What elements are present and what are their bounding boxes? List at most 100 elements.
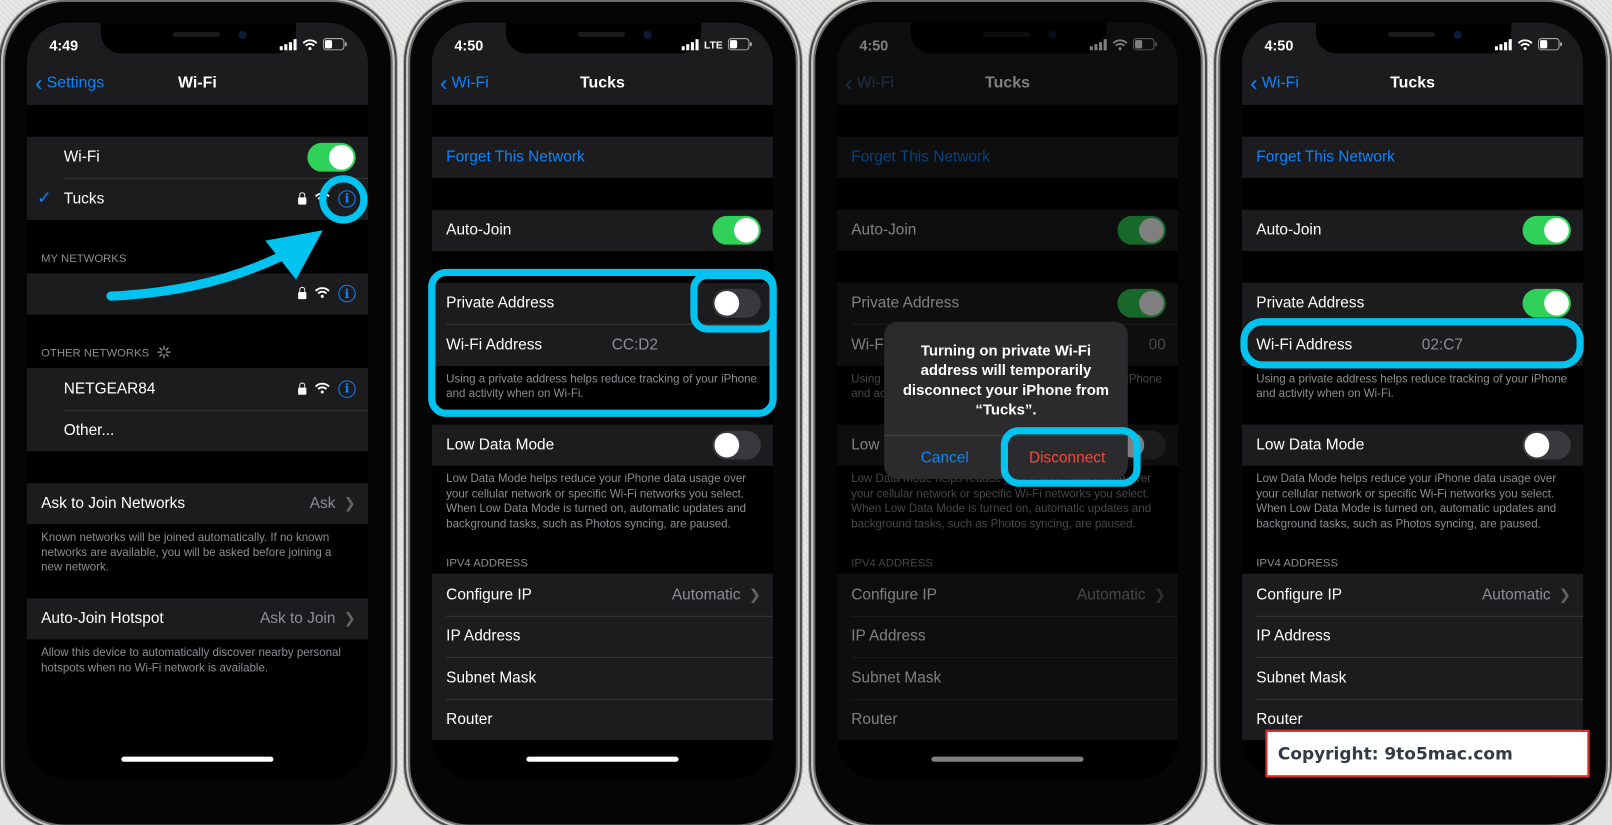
settings-list: Forget This Network Auto-Join Private Addr… — [431, 105, 774, 741]
settings-group: Configure IP Automatic ❯ IP Address Subnet M… — [1241, 573, 1584, 741]
toggle-switch[interactable] — [712, 288, 761, 318]
status-time: 4:50 — [1264, 37, 1294, 54]
row-private-address[interactable]: Private Address — [1242, 282, 1583, 324]
status-time: 4:49 — [49, 37, 79, 54]
wifi-status-icon — [302, 38, 318, 53]
speaker — [172, 31, 221, 38]
row-label: Forget This Network — [446, 148, 585, 166]
toggle-knob — [734, 217, 759, 243]
row-accessories — [712, 215, 761, 245]
info-icon[interactable]: i — [338, 380, 356, 398]
row-low-data-mode[interactable]: Low Data Mode — [432, 424, 773, 466]
notch — [1315, 22, 1512, 54]
back-button[interactable]: ‹Wi-Fi — [1250, 71, 1299, 94]
row-value: Ask to Join — [259, 609, 336, 628]
settings-group: NETGEAR84 i Other... — [26, 368, 369, 452]
notch — [100, 22, 297, 54]
info-icon[interactable]: i — [338, 285, 356, 303]
row-network[interactable]: i — [27, 273, 368, 315]
toggle-switch[interactable] — [712, 430, 761, 460]
back-label: Wi-Fi — [1261, 74, 1299, 92]
row-label: Ask to Join Networks — [41, 494, 186, 513]
row-label: Auto-Join — [1256, 221, 1322, 239]
row-configure-ip[interactable]: Configure IP Automatic ❯ — [432, 574, 773, 616]
row-value: Automatic — [671, 585, 741, 604]
row-subnet-mask[interactable]: Subnet Mask — [1242, 656, 1584, 699]
row-label: Tucks — [63, 189, 105, 208]
row-wi-fi-address[interactable]: Wi-Fi Address CC:D2 — [432, 323, 774, 366]
status-time: 4:50 — [454, 37, 484, 54]
disconnect-button[interactable]: Disconnect — [1006, 436, 1127, 479]
front-camera — [643, 30, 652, 40]
row-accessories: i — [298, 189, 356, 208]
toggle-switch[interactable] — [712, 215, 761, 245]
row-private-address[interactable]: Private Address — [432, 282, 773, 324]
row-ask-to-join-networks[interactable]: Ask to Join Networks Ask ❯ — [27, 483, 368, 525]
row-low-data-mode[interactable]: Low Data Mode — [1242, 424, 1583, 466]
alert-buttons: Cancel Disconnect — [884, 434, 1128, 480]
row-label: Other... — [63, 421, 115, 440]
speaker — [1387, 31, 1436, 38]
row-label: Configure IP — [1256, 585, 1343, 604]
alert-message: Turning on private Wi-Fi address will te… — [902, 343, 1110, 419]
row-accessories: Automatic ❯ — [672, 586, 761, 603]
row-router[interactable]: Router — [432, 698, 774, 741]
back-button[interactable]: ‹Wi-Fi — [440, 71, 489, 94]
row-other[interactable]: Other... — [27, 409, 369, 452]
lock-icon — [298, 382, 307, 395]
row-accessories — [1522, 215, 1571, 245]
row-auto-join[interactable]: Auto-Join — [1242, 209, 1583, 251]
tutorial-collage: 4:49 ‹ Settings Wi-Fi Wi-Fi ✓ Tucks i MY NETWORK… — [0, 0, 1612, 825]
home-indicator[interactable] — [121, 756, 274, 762]
lock-icon — [298, 191, 307, 205]
section-header-text: IPV4 ADDRESS — [446, 557, 528, 570]
toggle-switch[interactable] — [1522, 430, 1571, 460]
section-header-text: OTHER NETWORKS — [41, 347, 150, 360]
row-forget-this-network[interactable]: Forget This Network — [432, 136, 773, 178]
lock-icon — [298, 287, 307, 300]
copyright-watermark: Copyright: 9to5mac.com — [1265, 729, 1590, 778]
front-camera — [1453, 30, 1462, 40]
section-footer: Low Data Mode helps reduce your iPhone d… — [446, 472, 747, 530]
status-icons — [1494, 38, 1563, 53]
back-button[interactable]: ‹ Settings — [35, 71, 104, 94]
settings-group: Ask to Join Networks Ask ❯ — [26, 482, 369, 525]
toggle-switch[interactable] — [307, 142, 356, 172]
iphone-2: 4:50 LTE ‹ Wi-Fi Tucks Forget This Network Aut… — [410, 2, 796, 825]
toggle-knob — [714, 432, 740, 458]
row-tucks[interactable]: ✓ Tucks i — [27, 177, 369, 220]
row-auto-join-hotspot[interactable]: Auto-Join Hotspot Ask to Join ❯ — [27, 598, 368, 640]
toggle-switch[interactable] — [1522, 288, 1571, 318]
status-icons: LTE — [681, 38, 752, 53]
row-accessories — [307, 142, 356, 172]
row-forget-this-network[interactable]: Forget This Network — [1242, 136, 1583, 178]
toggle-switch[interactable] — [1522, 215, 1571, 245]
info-icon[interactable]: i — [338, 189, 356, 208]
notch — [505, 22, 702, 54]
row-accessories: Ask ❯ — [310, 495, 356, 512]
row-wi-fi[interactable]: Wi-Fi — [27, 136, 368, 178]
home-indicator[interactable] — [526, 756, 679, 762]
row-ip-address[interactable]: IP Address — [432, 615, 774, 657]
row-ip-address[interactable]: IP Address — [1242, 615, 1584, 657]
front-camera — [238, 30, 247, 40]
row-netgear84[interactable]: NETGEAR84 i — [27, 368, 368, 410]
settings-group: Wi-Fi ✓ Tucks i — [26, 136, 369, 220]
row-label: Subnet Mask — [1256, 669, 1347, 687]
wifi-address-value: CC:D2 — [611, 335, 658, 354]
row-wi-fi-address[interactable]: Wi-Fi Address 02:C7 — [1242, 323, 1584, 366]
row-label: Auto-Join Hotspot — [41, 609, 164, 628]
chevron-right-icon: ❯ — [1558, 585, 1571, 603]
wifi-signal-icon — [314, 380, 330, 397]
toggle-knob — [1544, 290, 1569, 316]
row-label: Low Data Mode — [446, 436, 555, 454]
section-header-text: IPV4 ADDRESS — [1256, 557, 1339, 570]
section-header: MY NETWORKS — [27, 219, 368, 272]
cancel-button[interactable]: Cancel — [884, 435, 1007, 480]
row-label: Wi-Fi — [63, 148, 100, 166]
row-configure-ip[interactable]: Configure IP Automatic ❯ — [1242, 574, 1583, 616]
section-footer: Allow this device to automatically disco… — [41, 646, 341, 674]
row-subnet-mask[interactable]: Subnet Mask — [432, 656, 774, 699]
row-auto-join[interactable]: Auto-Join — [432, 209, 773, 251]
settings-group: Private Address Wi-Fi Address CC:D2 — [431, 282, 774, 366]
